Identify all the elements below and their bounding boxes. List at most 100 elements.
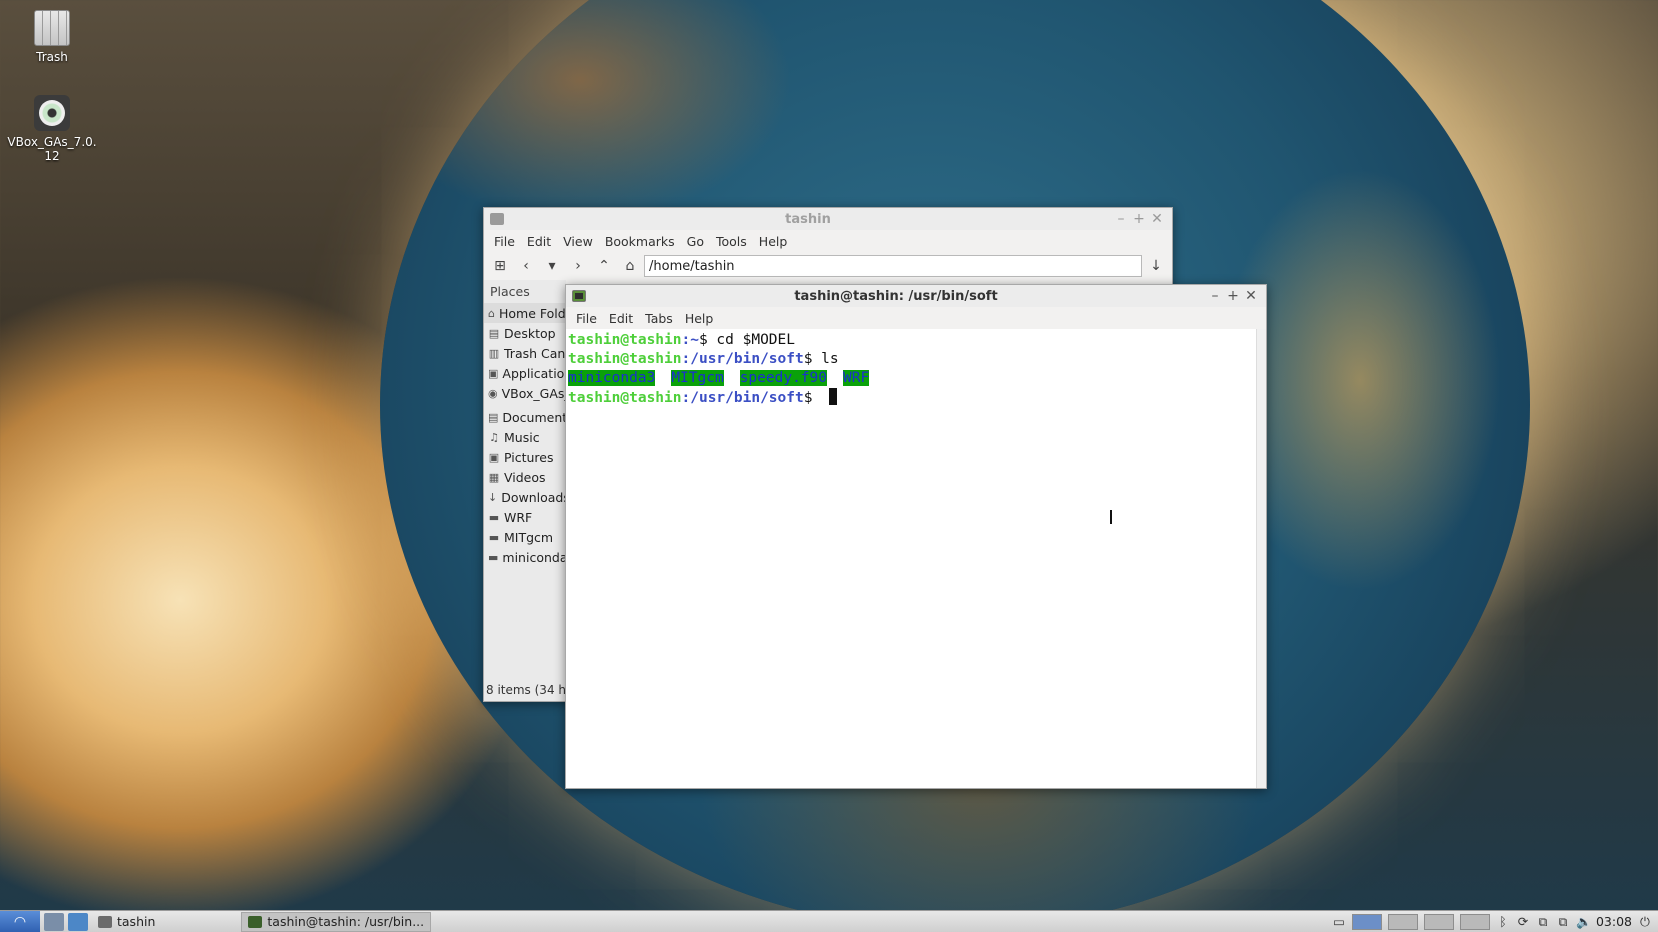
desktop-icon: ▤ bbox=[488, 326, 500, 340]
terminal-window: tashin@tashin: /usr/bin/soft – + ✕ File … bbox=[565, 284, 1267, 789]
folder-icon: ▬ bbox=[488, 510, 500, 524]
pictures-icon: ▣ bbox=[488, 450, 500, 464]
terminal-line: tashin@tashin:/usr/bin/soft$ bbox=[568, 388, 1254, 408]
bluetooth-icon[interactable]: ᛒ bbox=[1496, 914, 1510, 929]
menu-bookmarks[interactable]: Bookmarks bbox=[599, 234, 681, 249]
window-title: tashin bbox=[785, 211, 831, 227]
ls-entry: miniconda3 bbox=[568, 370, 656, 386]
menu-help[interactable]: Help bbox=[679, 311, 720, 326]
file-manager-launcher-icon[interactable] bbox=[44, 912, 64, 931]
applications-icon: ▣ bbox=[488, 366, 499, 380]
ls-output-line: miniconda3 MITgcm speedy.f90 WRF bbox=[568, 369, 1254, 388]
folder-icon bbox=[98, 915, 112, 928]
desktop-icon-trash[interactable]: Trash bbox=[7, 10, 97, 64]
clock[interactable]: 03:08 bbox=[1596, 914, 1632, 929]
place-vbox[interactable]: ◉VBox_GAs_7.0.12 bbox=[484, 383, 566, 403]
history-dropdown-icon[interactable]: ▾ bbox=[540, 255, 564, 277]
place-applications[interactable]: ▣Applications bbox=[484, 363, 566, 383]
place-home[interactable]: ⌂Home Folder bbox=[484, 303, 566, 323]
place-videos[interactable]: ▦ Videos bbox=[484, 467, 566, 487]
network-icon[interactable]: ⧉ bbox=[1556, 914, 1570, 930]
show-desktop-icon[interactable]: ▭ bbox=[1332, 914, 1346, 929]
go-icon[interactable]: ↓ bbox=[1144, 255, 1168, 277]
place-pictures[interactable]: ▣ Pictures bbox=[484, 447, 566, 467]
forward-icon[interactable]: › bbox=[566, 255, 590, 277]
videos-icon: ▦ bbox=[488, 470, 500, 484]
browser-launcher-icon[interactable] bbox=[68, 912, 88, 931]
minimize-icon[interactable]: – bbox=[1206, 288, 1224, 304]
terminal-output[interactable]: tashin@tashin:~$ cd $MODEL tashin@tashin… bbox=[566, 329, 1256, 788]
terminal-icon bbox=[572, 290, 586, 302]
ls-entry: MITgcm bbox=[671, 370, 724, 386]
ls-entry: speedy.f90 bbox=[739, 370, 828, 386]
home-icon: ⌂ bbox=[488, 306, 495, 320]
desktop-icon-label: VBox_GAs_7.0.12 bbox=[7, 135, 97, 163]
music-icon: ♫ bbox=[489, 430, 499, 444]
menu-help[interactable]: Help bbox=[753, 234, 794, 249]
terminal-scrollbar[interactable] bbox=[1256, 329, 1266, 788]
folder-icon: ▬ bbox=[488, 530, 500, 544]
power-icon[interactable]: ⏻ bbox=[1638, 914, 1652, 930]
menu-edit[interactable]: Edit bbox=[521, 234, 557, 249]
menu-edit[interactable]: Edit bbox=[603, 311, 639, 326]
path-input[interactable] bbox=[644, 255, 1142, 277]
close-icon[interactable]: ✕ bbox=[1148, 211, 1166, 227]
new-tab-icon[interactable]: ⊞ bbox=[488, 255, 512, 277]
network-icon[interactable]: ⧉ bbox=[1536, 914, 1550, 930]
place-mitgcm[interactable]: ▬ MITgcm bbox=[484, 527, 566, 547]
window-title: tashin@tashin: /usr/bin/soft bbox=[794, 288, 998, 304]
terminal-menubar: File Edit Tabs Help bbox=[566, 307, 1266, 329]
terminal-line: tashin@tashin:~$ cd $MODEL bbox=[568, 332, 795, 348]
task-terminal[interactable]: tashin@tashin: /usr/bin... bbox=[241, 911, 432, 932]
workspace-1[interactable] bbox=[1351, 913, 1382, 930]
place-downloads[interactable]: ↓ Downloads bbox=[484, 487, 566, 507]
terminal-line: tashin@tashin:/usr/bin/soft$ ls bbox=[568, 351, 839, 367]
menu-go[interactable]: Go bbox=[681, 234, 710, 249]
folder-icon: ▬ bbox=[488, 550, 499, 564]
menu-tabs[interactable]: Tabs bbox=[639, 311, 679, 326]
menu-file[interactable]: File bbox=[488, 234, 521, 249]
workspace-3[interactable] bbox=[1423, 913, 1454, 930]
place-music[interactable]: ♫ Music bbox=[484, 427, 566, 447]
system-tray: ▭ ᛒ ⟳ ⧉ ⧉ 🔈 03:08 ⏻ bbox=[1332, 913, 1658, 930]
minimize-icon[interactable]: – bbox=[1112, 211, 1130, 227]
maximize-icon[interactable]: + bbox=[1224, 288, 1242, 304]
places-header: Places bbox=[490, 284, 530, 299]
download-icon: ↓ bbox=[488, 490, 498, 504]
menu-tools[interactable]: Tools bbox=[710, 234, 753, 249]
workspace-2[interactable] bbox=[1387, 913, 1418, 930]
places-sidebar: Places ⌂Home Folder ▤Desktop ▥Trash Can … bbox=[484, 280, 566, 679]
disc-icon: ◉ bbox=[488, 386, 498, 400]
terminal-icon bbox=[248, 915, 263, 928]
home-icon[interactable]: ⌂ bbox=[618, 255, 642, 277]
place-desktop[interactable]: ▤ Desktop bbox=[484, 323, 566, 343]
file-manager-toolbar: ⊞ ‹ ▾ › ⌃ ⌂ ↓ bbox=[484, 252, 1172, 280]
back-icon[interactable]: ‹ bbox=[514, 255, 538, 277]
update-icon[interactable]: ⟳ bbox=[1516, 914, 1530, 929]
menu-file[interactable]: File bbox=[570, 311, 603, 326]
status-bar: 8 items (34 hidden) bbox=[484, 679, 566, 701]
volume-icon[interactable]: 🔈 bbox=[1576, 914, 1592, 930]
ls-entry: WRF bbox=[843, 370, 870, 386]
text-cursor bbox=[829, 388, 838, 405]
folder-icon bbox=[490, 213, 504, 225]
menu-view[interactable]: View bbox=[557, 234, 599, 249]
desktop-icon-label: Trash bbox=[36, 50, 68, 64]
mouse-ibeam-cursor-icon bbox=[1110, 510, 1118, 524]
trash-icon bbox=[34, 10, 70, 46]
workspace-4[interactable] bbox=[1459, 913, 1490, 930]
maximize-icon[interactable]: + bbox=[1130, 211, 1148, 227]
file-manager-titlebar[interactable]: tashin – + ✕ bbox=[484, 208, 1172, 230]
up-icon[interactable]: ⌃ bbox=[592, 255, 616, 277]
place-documents[interactable]: ▤Documents bbox=[484, 407, 566, 427]
desktop-icon-vbox[interactable]: VBox_GAs_7.0.12 bbox=[7, 95, 97, 163]
task-file-manager[interactable]: tashin bbox=[92, 912, 161, 932]
place-wrf[interactable]: ▬ WRF bbox=[484, 507, 566, 527]
place-miniconda[interactable]: ▬miniconda3 bbox=[484, 547, 566, 567]
close-icon[interactable]: ✕ bbox=[1242, 288, 1260, 304]
start-menu-icon[interactable]: ◠ bbox=[0, 910, 40, 932]
terminal-titlebar[interactable]: tashin@tashin: /usr/bin/soft – + ✕ bbox=[566, 285, 1266, 307]
cd-icon bbox=[34, 95, 70, 131]
file-manager-menubar: File Edit View Bookmarks Go Tools Help bbox=[484, 230, 1172, 252]
place-trash[interactable]: ▥ Trash Can bbox=[484, 343, 566, 363]
